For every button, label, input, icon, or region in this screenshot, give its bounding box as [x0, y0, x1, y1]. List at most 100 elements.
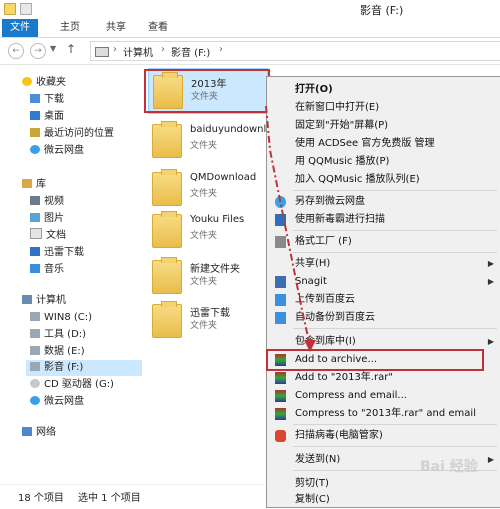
nav-downloads[interactable]: 下载: [30, 92, 64, 108]
file-item[interactable]: baiduyundownlo 文件夹: [148, 118, 268, 162]
nav-weiyun-2[interactable]: 微云网盘: [30, 394, 84, 410]
menu-item-open[interactable]: 打开(O): [267, 81, 499, 99]
nav-thunder[interactable]: 迅雷下载: [30, 245, 84, 261]
breadcrumb-drive[interactable]: 影音 (F:): [171, 44, 210, 59]
breadcrumb-separator-icon: ›: [113, 44, 117, 55]
nav-music[interactable]: 音乐: [30, 262, 64, 278]
recent-dropdown-icon[interactable]: ▼: [50, 44, 56, 53]
menu-item-snagit[interactable]: Snagit ▶: [267, 273, 499, 291]
folder-icon: [152, 169, 182, 206]
file-item[interactable]: Youku Files 文件夹: [148, 208, 266, 252]
ribbon-tabs: 文件 主页 共享 查看: [0, 19, 500, 38]
menu-item-qqmusic-play[interactable]: 用 QQMusic 播放(P): [267, 153, 499, 171]
menu-item-format-factory[interactable]: 格式工厂 (F): [267, 233, 499, 251]
folder-icon: [4, 3, 16, 15]
submenu-arrow-icon: ▶: [487, 337, 494, 346]
menu-item-qqmusic-queue[interactable]: 加入 QQMusic 播放队列(E): [267, 171, 499, 189]
menu-item-share[interactable]: 共享(H) ▶: [267, 255, 499, 273]
nav-desktop[interactable]: 桌面: [30, 109, 64, 125]
selected-count: 选中 1 个项目: [78, 493, 141, 504]
nav-library[interactable]: 库: [22, 177, 46, 193]
submenu-arrow-icon: ▶: [487, 455, 494, 464]
nav-videos[interactable]: 视频: [30, 194, 64, 210]
shield-icon: [275, 214, 286, 226]
menu-item-virus-scan[interactable]: 扫描病毒(电脑管家): [267, 427, 499, 445]
computer-icon: [95, 47, 109, 57]
nav-drive-c[interactable]: WIN8 (C:): [30, 310, 92, 326]
nav-drive-d[interactable]: 工具 (D:): [30, 327, 86, 343]
up-button[interactable]: ↑: [66, 42, 76, 56]
properties-icon[interactable]: [20, 3, 32, 15]
address-bar[interactable]: › 计算机 › 影音 (F:) ›: [90, 41, 500, 61]
nav-computer[interactable]: 计算机: [22, 293, 66, 309]
video-icon: [30, 196, 40, 205]
folder-icon: [152, 301, 182, 338]
computer-icon: [22, 295, 32, 304]
nav-network[interactable]: 网络: [22, 425, 56, 441]
folder-icon: [152, 121, 182, 158]
menu-item-copy[interactable]: 复制(C): [267, 491, 499, 509]
highlight-selected-folder: [144, 69, 270, 113]
tab-file[interactable]: 文件: [2, 19, 38, 37]
window-title: 影音 (F:): [360, 4, 404, 17]
menu-item-weiyun[interactable]: 另存到微云网盘: [267, 193, 499, 211]
menu-item-add-to-rar[interactable]: Add to "2013年.rar": [267, 369, 499, 387]
baidu-cloud-icon: [275, 312, 286, 324]
title-bar: 影音 (F:): [0, 0, 500, 19]
status-bar: 18 个项目 选中 1 个项目: [0, 484, 265, 507]
shield-icon: [275, 430, 286, 442]
download-icon: [30, 94, 40, 103]
menu-separator: [293, 424, 497, 425]
cloud-icon: [275, 196, 286, 208]
winrar-icon: [275, 372, 286, 384]
nav-recent[interactable]: 最近访问的位置: [30, 126, 114, 142]
document-icon: [30, 228, 42, 239]
nav-weiyun[interactable]: 微云网盘: [30, 143, 84, 159]
menu-item-pin-start[interactable]: 固定到"开始"屏幕(P): [267, 117, 499, 135]
file-item[interactable]: 新建文件夹 文件夹: [148, 254, 266, 298]
nav-drive-e[interactable]: 数据 (E:): [30, 344, 85, 360]
format-factory-icon: [275, 236, 286, 248]
nav-pictures[interactable]: 图片: [30, 211, 64, 227]
menu-item-compress-email[interactable]: Compress and email...: [267, 387, 499, 405]
menu-item-backup-baidu[interactable]: 自动备份到百度云: [267, 309, 499, 327]
nav-favorites[interactable]: 收藏夹: [22, 75, 66, 91]
nav-drive-f[interactable]: 影音 (F:): [26, 360, 142, 376]
menu-item-upload-baidu[interactable]: 上传到百度云: [267, 291, 499, 309]
breadcrumb-computer[interactable]: 计算机: [123, 44, 153, 59]
navigation-bar: ← → ▼ ↑ › 计算机 › 影音 (F:) ›: [0, 38, 500, 65]
menu-item-open-new-window[interactable]: 在新窗口中打开(E): [267, 99, 499, 117]
menu-item-compress-rar-email[interactable]: Compress to "2013年.rar" and email: [267, 405, 499, 423]
back-button[interactable]: ←: [8, 43, 24, 59]
cloud-icon: [30, 396, 40, 405]
menu-item-duba-scan[interactable]: 使用新毒霸进行扫描: [267, 211, 499, 229]
tab-view[interactable]: 查看: [138, 19, 178, 37]
watermark: Bai 经验: [420, 459, 478, 475]
library-icon: [22, 179, 32, 188]
submenu-arrow-icon: ▶: [487, 259, 494, 268]
tab-share[interactable]: 共享: [96, 19, 136, 37]
breadcrumb-separator-icon: ›: [219, 44, 223, 55]
forward-button[interactable]: →: [30, 43, 46, 59]
drive-icon: [30, 362, 40, 371]
menu-separator: [293, 252, 497, 253]
breadcrumb-separator-icon: ›: [161, 44, 165, 55]
menu-item-acdsee[interactable]: 使用 ACDSee 官方免费版 管理: [267, 135, 499, 153]
menu-separator: [293, 446, 497, 447]
navigation-pane: 收藏夹 下载 桌面 最近访问的位置 微云网盘 库 视频 图片 文档 迅雷下载 音…: [0, 65, 142, 485]
file-item[interactable]: 迅雷下载 文件夹: [148, 298, 266, 342]
submenu-arrow-icon: ▶: [487, 277, 494, 286]
tab-home[interactable]: 主页: [50, 19, 90, 37]
snagit-icon: [275, 276, 286, 288]
file-item[interactable]: QMDownload 文件夹: [148, 166, 266, 210]
desktop-icon: [30, 111, 40, 120]
menu-separator: [293, 328, 497, 329]
picture-icon: [30, 213, 40, 222]
menu-separator: [293, 190, 497, 191]
highlight-add-to-archive: [266, 349, 484, 371]
cd-drive-icon: [30, 379, 40, 388]
nav-documents[interactable]: 文档: [30, 228, 66, 244]
nav-drive-g[interactable]: CD 驱动器 (G:): [30, 377, 114, 393]
context-menu: 打开(O) 在新窗口中打开(E) 固定到"开始"屏幕(P) 使用 ACDSee …: [266, 76, 500, 508]
recent-places-icon: [30, 128, 40, 137]
